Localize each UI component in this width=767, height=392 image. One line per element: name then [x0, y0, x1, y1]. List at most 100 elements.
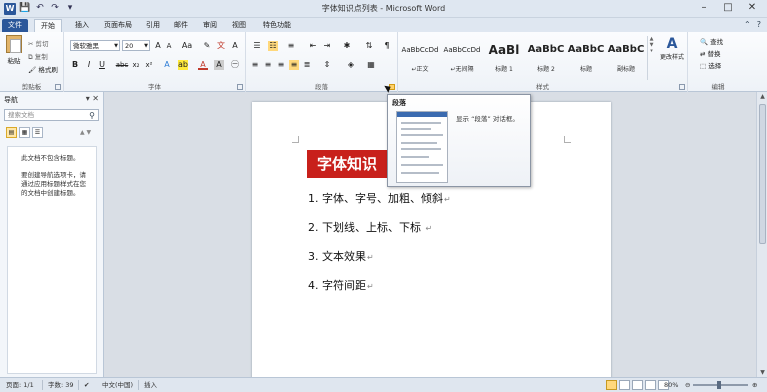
tab-page-layout[interactable]: 页面布局 — [100, 19, 136, 32]
zoom-slider[interactable] — [693, 381, 748, 389]
proofing-icon[interactable]: ✔ — [84, 380, 89, 391]
copy-button[interactable]: ⧉ 复制 — [28, 51, 48, 62]
tooltip-description: 显示 “段落” 对话框。 — [456, 115, 519, 123]
borders-icon[interactable]: ▦ — [366, 60, 376, 70]
clipboard-group: 粘贴 ✂ 剪切 ⧉ 复制 🖌 格式刷 剪贴板 — [0, 32, 64, 92]
show-marks-icon[interactable]: ¶ — [382, 41, 392, 51]
superscript-icon[interactable]: x² — [144, 60, 154, 70]
font-size-select[interactable]: 20 ▼ — [122, 40, 150, 51]
tab-special-features[interactable]: 特色功能 — [258, 19, 296, 32]
chinese-layout-icon[interactable]: ✱ — [342, 41, 352, 51]
multilevel-list-icon[interactable]: ≡ — [286, 41, 296, 51]
highlight-icon[interactable]: ab — [178, 60, 188, 70]
web-layout-icon[interactable] — [632, 380, 643, 390]
char-shading-icon[interactable]: A — [214, 60, 224, 70]
cut-button[interactable]: ✂ 剪切 — [28, 38, 49, 48]
tab-home[interactable]: 开始 — [34, 19, 62, 32]
justify-icon[interactable]: ≡ — [289, 60, 299, 70]
sort-icon[interactable]: ⇅ — [364, 41, 374, 51]
shading-icon[interactable]: ◈ — [346, 60, 356, 70]
char-border-icon[interactable]: A — [230, 41, 240, 51]
nav-message-1: 此文档不包含标题。 — [21, 154, 80, 162]
search-icon[interactable]: ⚲ — [89, 110, 95, 121]
prev-icon[interactable]: ▲ — [80, 129, 85, 136]
select-label: 选择 — [708, 62, 722, 70]
outline-icon[interactable] — [645, 380, 656, 390]
subscript-icon[interactable]: x₂ — [131, 60, 141, 70]
vertical-scrollbar[interactable]: ▲ ▼ — [756, 92, 767, 377]
align-center-icon[interactable]: ≡ — [263, 60, 273, 70]
tab-references[interactable]: 引用 — [142, 19, 164, 32]
text-effects-icon[interactable]: A — [162, 60, 172, 70]
pages-tab-icon[interactable]: ▦ — [19, 127, 30, 138]
list-item[interactable]: 2. 下划线、上标、下标 ↵ — [308, 219, 432, 235]
paste-button[interactable]: 粘贴 — [4, 35, 24, 75]
help-icon[interactable]: ? — [757, 20, 761, 29]
change-styles-button[interactable]: A 更改样式 — [659, 36, 685, 61]
font-name-value: 微软雅黑 — [73, 42, 99, 50]
zoom-in-icon[interactable]: ⊕ — [752, 380, 757, 391]
replace-button[interactable]: ⇄ 替换 — [700, 48, 723, 60]
tab-insert[interactable]: 插入 — [70, 19, 94, 32]
align-left-icon[interactable]: ≡ — [250, 60, 260, 70]
headings-tab-icon[interactable]: ▤ — [6, 127, 17, 138]
close-button[interactable]: ✕ — [741, 1, 763, 15]
styles-launcher-icon[interactable] — [679, 84, 685, 90]
italic-icon[interactable]: I — [84, 60, 94, 70]
insert-mode[interactable]: 插入 — [144, 380, 157, 391]
select-button[interactable]: ⬚ 选择 — [700, 60, 723, 72]
zoom-level[interactable]: 80% — [664, 380, 678, 391]
clipboard-launcher-icon[interactable] — [55, 84, 61, 90]
nav-close-icon[interactable]: ▾ ✕ — [86, 94, 99, 103]
nav-search-input[interactable]: 搜索文档 ⚲ — [4, 109, 99, 121]
bold-icon[interactable]: B — [70, 60, 80, 70]
minimize-ribbon-icon[interactable]: ⌃ — [744, 20, 751, 29]
list-item[interactable]: 4. 字符间距↵ — [308, 277, 374, 293]
distributed-icon[interactable]: ≣ — [302, 60, 312, 70]
list-item[interactable]: 1. 字体、字号、加粗、倾斜↵ — [308, 190, 451, 206]
align-right-icon[interactable]: ≡ — [276, 60, 286, 70]
tab-mailings[interactable]: 邮件 — [170, 19, 192, 32]
scroll-up-icon[interactable]: ▲ — [757, 93, 767, 100]
results-tab-icon[interactable]: ☰ — [32, 127, 43, 138]
scroll-thumb[interactable] — [759, 104, 766, 244]
phonetic-guide-icon[interactable]: 文 — [216, 41, 226, 51]
font-name-select[interactable]: 微软雅黑 ▼ — [70, 40, 120, 51]
increase-indent-icon[interactable]: ⇥ — [322, 41, 332, 51]
bullets-icon[interactable]: ☰ — [252, 41, 262, 51]
page-count[interactable]: 页面: 1/1 — [6, 380, 34, 391]
maximize-button[interactable]: □ — [717, 1, 739, 15]
enclose-char-icon[interactable]: ㊀ — [230, 60, 240, 70]
language[interactable]: 中文(中国) — [102, 380, 133, 391]
format-painter-button[interactable]: 🖌 格式刷 — [28, 64, 58, 74]
find-button[interactable]: 🔍 查找 — [700, 36, 723, 48]
tab-file[interactable]: 文件 — [2, 19, 28, 32]
print-layout-icon[interactable] — [606, 380, 617, 390]
minimize-button[interactable]: – — [693, 1, 715, 15]
tab-view[interactable]: 视图 — [228, 19, 250, 32]
scroll-down-icon[interactable]: ▼ — [757, 369, 767, 376]
copy-label: 复制 — [34, 53, 48, 61]
list-item[interactable]: 3. 文本效果↵ — [308, 248, 374, 264]
line-spacing-icon[interactable]: ⇕ — [322, 60, 332, 70]
font-launcher-icon[interactable] — [237, 84, 243, 90]
reading-layout-icon[interactable] — [619, 380, 630, 390]
title-bar: W 💾 ↶ ↷ ▾ 字体知识点列表 - Microsoft Word – □ ✕ — [0, 0, 767, 18]
zoom-knob[interactable] — [717, 381, 721, 389]
clear-formatting-icon[interactable]: ✎ — [202, 41, 212, 51]
next-icon[interactable]: ▼ — [87, 129, 92, 136]
change-case-icon[interactable]: Aa — [180, 41, 194, 51]
tab-review[interactable]: 审阅 — [199, 19, 221, 32]
zoom-out-icon[interactable]: ⊖ — [685, 380, 690, 391]
view-buttons — [606, 380, 669, 390]
shrink-font-icon[interactable]: A — [164, 41, 174, 51]
strikethrough-icon[interactable]: abc — [115, 60, 129, 70]
grow-font-icon[interactable]: A — [153, 41, 163, 51]
underline-icon[interactable]: U — [97, 60, 107, 70]
styles-group: 样式 — [398, 32, 688, 92]
decrease-indent-icon[interactable]: ⇤ — [308, 41, 318, 51]
numbering-icon[interactable]: ☷ — [268, 41, 278, 51]
word-count[interactable]: 字数: 39 — [48, 380, 74, 391]
paragraph-group: ☰ ☷ ≡ ⇤ ⇥ ✱ ⇅ ¶ ≡ ≡ ≡ ≡ ≣ ⇕ ◈ ▦ 段落 — [246, 32, 398, 92]
font-color-icon[interactable]: A — [198, 60, 208, 70]
